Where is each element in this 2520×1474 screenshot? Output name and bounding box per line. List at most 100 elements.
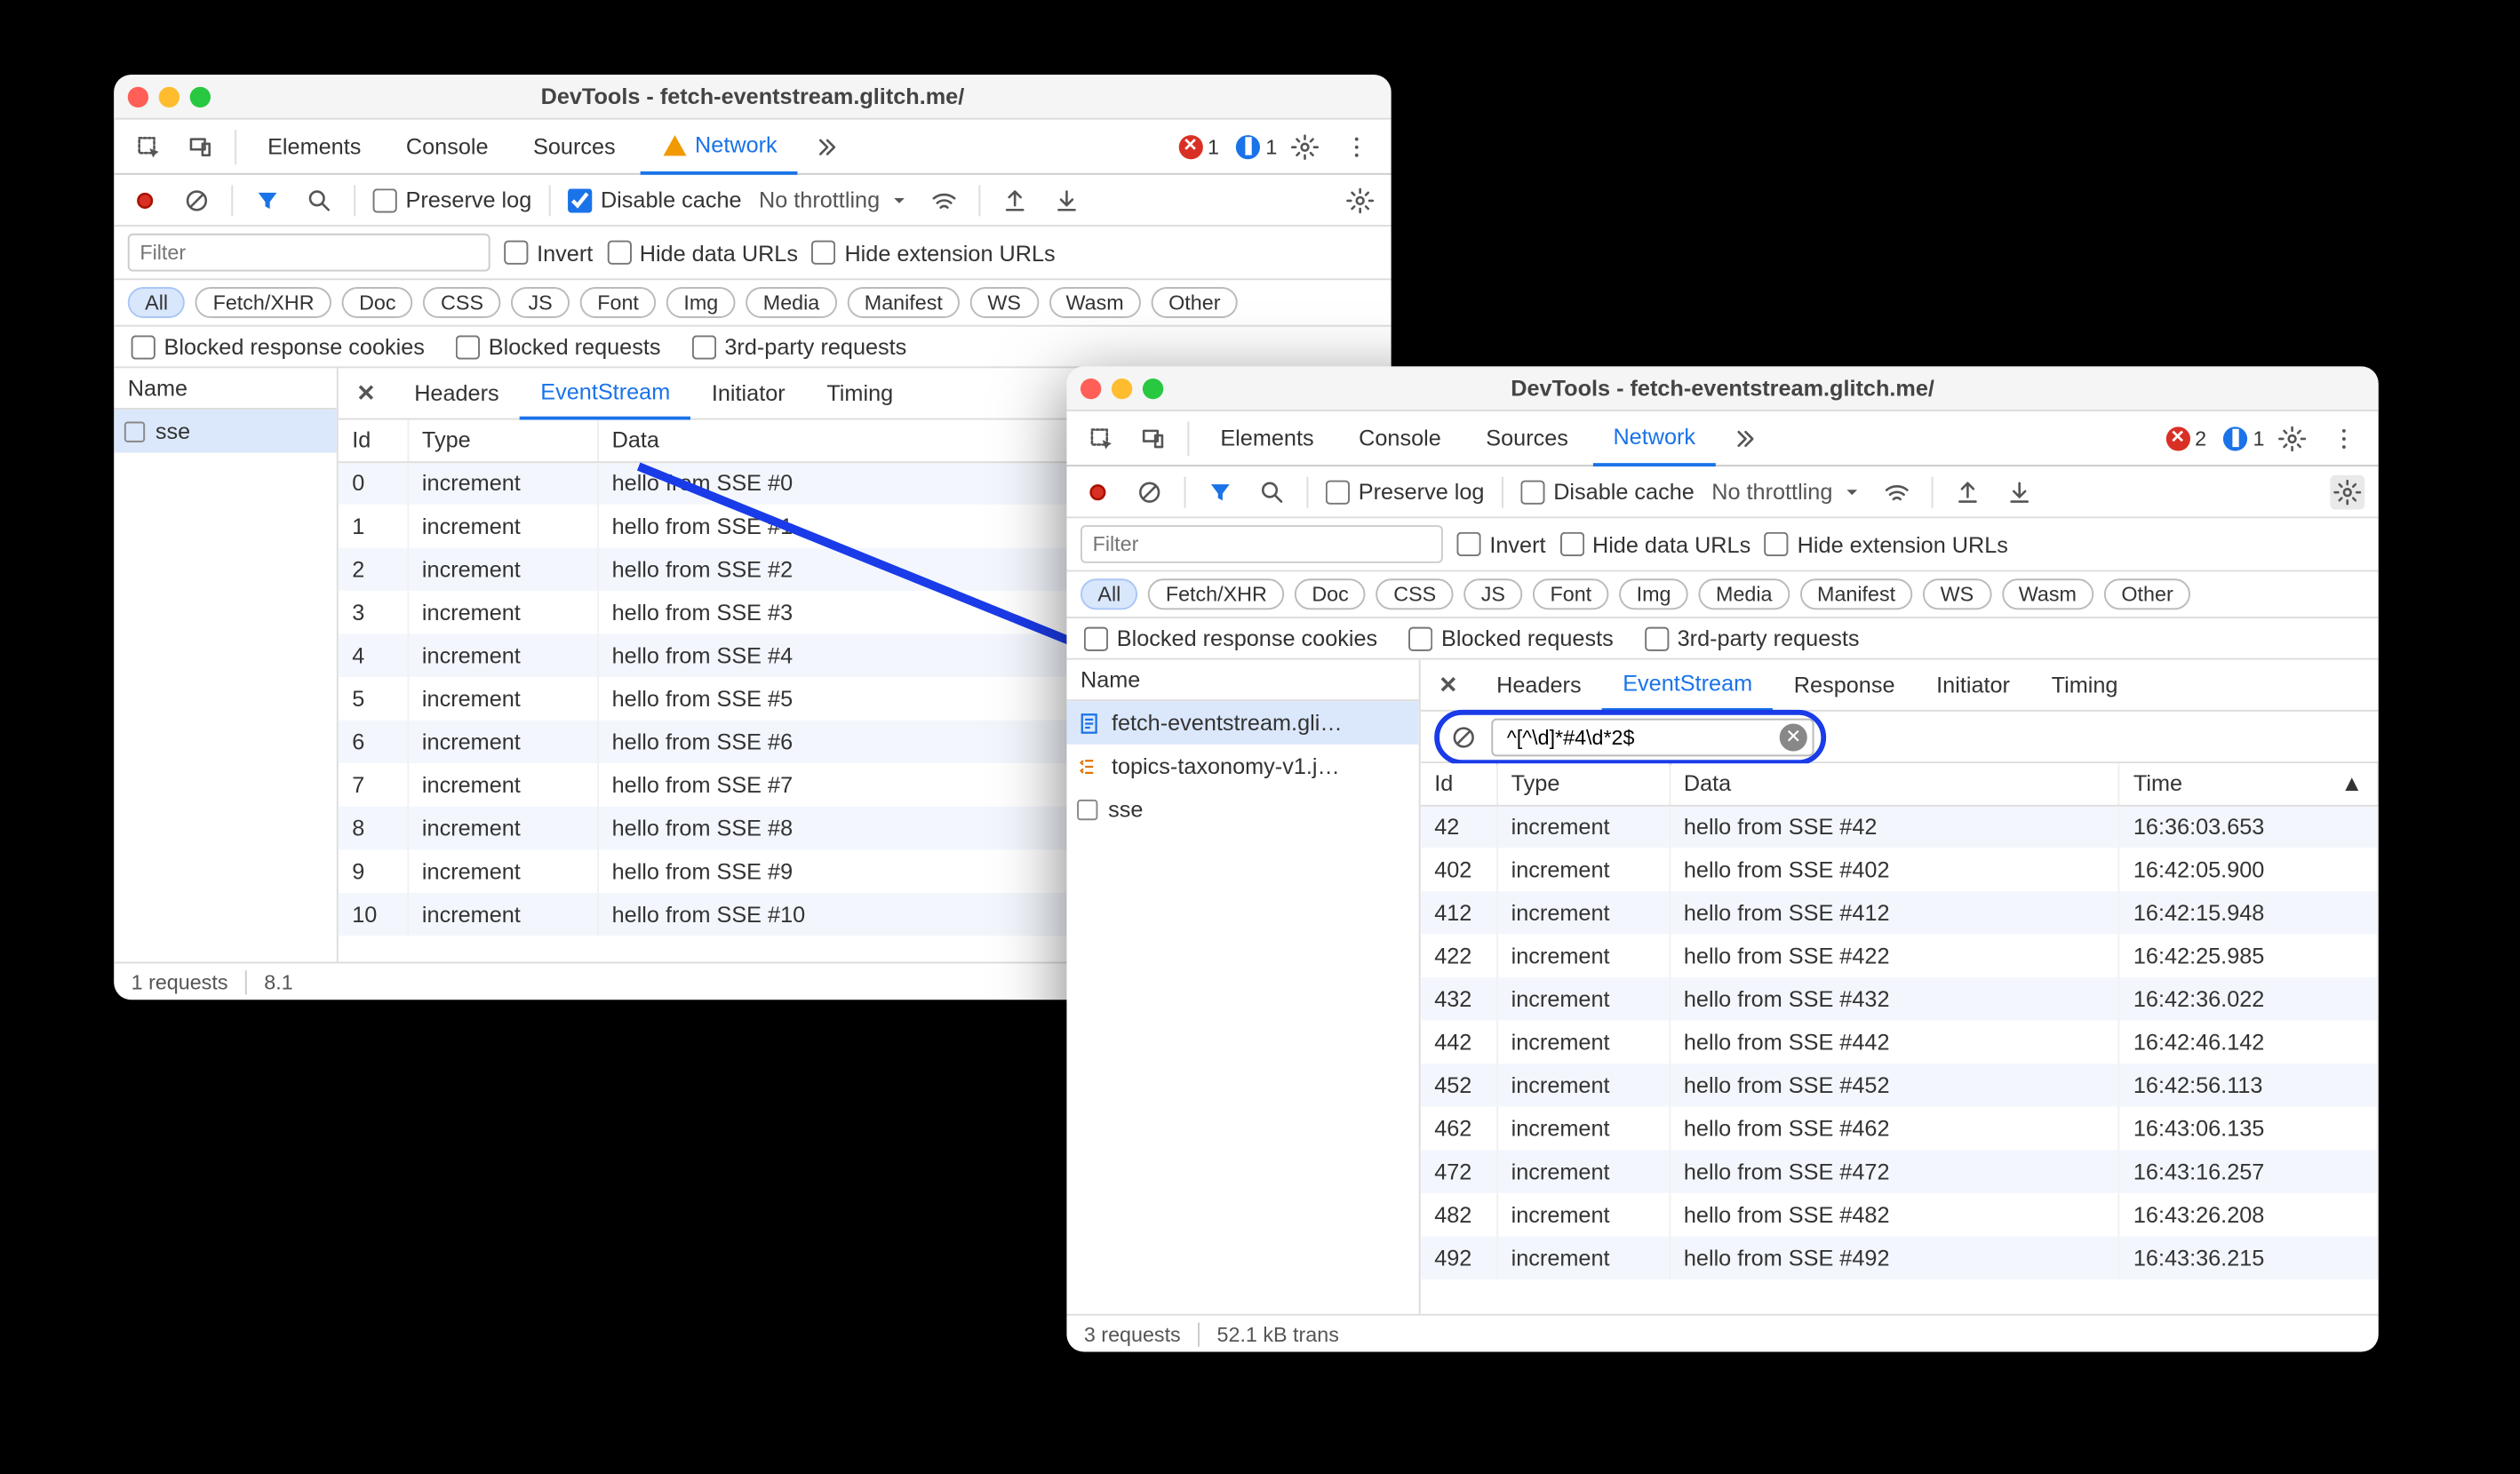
inspect-icon[interactable] [124,132,172,160]
chip-img[interactable]: Img [666,287,736,318]
invert-checkbox[interactable]: Invert [1456,530,1545,556]
third-party-checkbox[interactable]: 3rd-party requests [1645,625,1860,650]
eventstream-row[interactable]: 402incrementhello from SSE #40216:42:05.… [1421,848,2378,891]
col-type[interactable]: Type [407,419,597,461]
disable-cache-checkbox[interactable]: Disable cache [1520,478,1695,504]
clear-button[interactable] [179,182,214,217]
chip-font[interactable]: Font [580,287,656,318]
col-time[interactable]: Time▲ [2118,763,2377,805]
eventstream-row[interactable]: 452incrementhello from SSE #45216:42:56.… [1421,1064,2378,1107]
chip-css[interactable]: CSS [1376,578,1454,610]
record-button[interactable] [1081,474,1115,508]
eventstream-row[interactable]: 492incrementhello from SSE #49216:43:36.… [1421,1236,2378,1279]
chip-css[interactable]: CSS [424,287,501,318]
eventstream-row[interactable]: 412incrementhello from SSE #41216:42:15.… [1421,890,2378,934]
tab-network[interactable]: Network [1592,410,1716,465]
close-detail-button[interactable]: ✕ [345,378,387,406]
clear-button[interactable] [1132,474,1167,508]
hide-data-urls-checkbox[interactable]: Hide data URLs [1559,530,1750,556]
chip-ws[interactable]: WS [1923,578,1990,610]
tab-sources[interactable]: Sources [513,118,636,173]
chip-doc[interactable]: Doc [342,287,413,318]
upload-icon[interactable] [1950,474,1984,508]
upload-icon[interactable] [997,182,1032,217]
search-icon[interactable] [1255,474,1289,508]
eventstream-row[interactable]: 442incrementhello from SSE #44216:42:46.… [1421,1020,2378,1064]
eventstream-row[interactable]: 482incrementhello from SSE #48216:43:26.… [1421,1192,2378,1236]
col-type[interactable]: Type [1496,763,1669,805]
blocked-cookies-checkbox[interactable]: Blocked response cookies [1084,625,1377,650]
error-badge[interactable]: ✕1 [1178,134,1219,158]
network-conditions-icon[interactable] [1879,474,1914,508]
hide-data-urls-checkbox[interactable]: Hide data URLs [607,239,798,265]
chip-wasm[interactable]: Wasm [1049,287,1141,318]
panel-settings-icon[interactable] [1343,182,1377,217]
chip-fetch-xhr[interactable]: Fetch/XHR [1148,578,1284,610]
close-icon[interactable] [1081,377,1101,397]
record-button[interactable] [128,182,163,217]
throttling-select[interactable]: No throttling [759,187,909,212]
detail-tab-timing[interactable]: Timing [2030,659,2138,710]
eventstream-row[interactable]: 422incrementhello from SSE #42216:42:25.… [1421,934,2378,977]
network-conditions-icon[interactable] [927,182,961,217]
window-controls[interactable] [1081,377,1163,397]
tab-elements[interactable]: Elements [1200,410,1335,465]
detail-tab-eventstream[interactable]: EventStream [1602,659,1774,710]
blocked-requests-checkbox[interactable]: Blocked requests [1408,625,1614,650]
eventstream-row[interactable]: 472incrementhello from SSE #47216:43:16.… [1421,1150,2378,1193]
search-icon[interactable] [302,182,337,217]
chip-all[interactable]: All [1081,578,1138,610]
chip-js[interactable]: JS [511,287,570,318]
chip-other[interactable]: Other [1152,287,1238,318]
panel-settings-icon[interactable] [2330,474,2364,508]
kebab-icon[interactable] [2320,424,2368,451]
preserve-log-checkbox[interactable]: Preserve log [373,187,532,212]
titlebar[interactable]: DevTools - fetch-eventstream.glitch.me/ [1066,366,2378,411]
detail-tab-response[interactable]: Response [1773,659,1915,710]
name-column-header[interactable]: Name [1066,659,1418,701]
tab-elements[interactable]: Elements [247,118,382,173]
col-data[interactable]: Data [1669,763,2118,805]
chip-js[interactable]: JS [1463,578,1522,610]
detail-tab-initiator[interactable]: Initiator [691,368,806,418]
invert-checkbox[interactable]: Invert [504,239,593,265]
request-item[interactable]: sse [114,409,337,452]
tab-console[interactable]: Console [1338,410,1462,465]
download-icon[interactable] [1049,182,1084,217]
detail-tab-headers[interactable]: Headers [1476,659,1602,710]
chip-img[interactable]: Img [1619,578,1688,610]
eventstream-row[interactable]: 462incrementhello from SSE #46216:43:06.… [1421,1106,2378,1150]
window-controls[interactable] [128,85,211,106]
chip-manifest[interactable]: Manifest [847,287,960,318]
device-icon[interactable] [176,132,224,160]
chip-media[interactable]: Media [746,287,836,318]
close-icon[interactable] [128,85,148,106]
chip-media[interactable]: Media [1699,578,1790,610]
detail-tab-eventstream[interactable]: EventStream [520,368,691,418]
chip-manifest[interactable]: Manifest [1800,578,1913,610]
info-badge[interactable]: ❚1 [1236,134,1277,158]
third-party-checkbox[interactable]: 3rd-party requests [691,333,906,359]
chip-font[interactable]: Font [1533,578,1608,610]
blocked-cookies-checkbox[interactable]: Blocked response cookies [132,333,425,359]
throttling-select[interactable]: No throttling [1711,478,1862,504]
tab-network[interactable]: Network [640,118,798,173]
more-tabs-icon[interactable] [1719,424,1767,451]
kebab-icon[interactable] [1333,132,1381,160]
more-tabs-icon[interactable] [801,132,849,160]
chip-ws[interactable]: WS [970,287,1038,318]
minimize-icon[interactable] [1112,377,1132,397]
settings-icon[interactable] [1280,132,1328,160]
detail-tab-timing[interactable]: Timing [806,368,913,418]
close-detail-button[interactable]: ✕ [1427,671,1469,698]
filter-icon[interactable] [1203,474,1238,508]
name-column-header[interactable]: Name [114,368,337,410]
eventstream-row[interactable]: 42incrementhello from SSE #4216:36:03.65… [1421,804,2378,848]
chip-fetch-xhr[interactable]: Fetch/XHR [195,287,331,318]
settings-icon[interactable] [2268,424,2316,451]
minimize-icon[interactable] [159,85,179,106]
download-icon[interactable] [2002,474,2037,508]
info-badge[interactable]: ❚1 [2224,426,2265,450]
inspect-icon[interactable] [1077,424,1125,451]
filter-icon[interactable] [251,182,285,217]
